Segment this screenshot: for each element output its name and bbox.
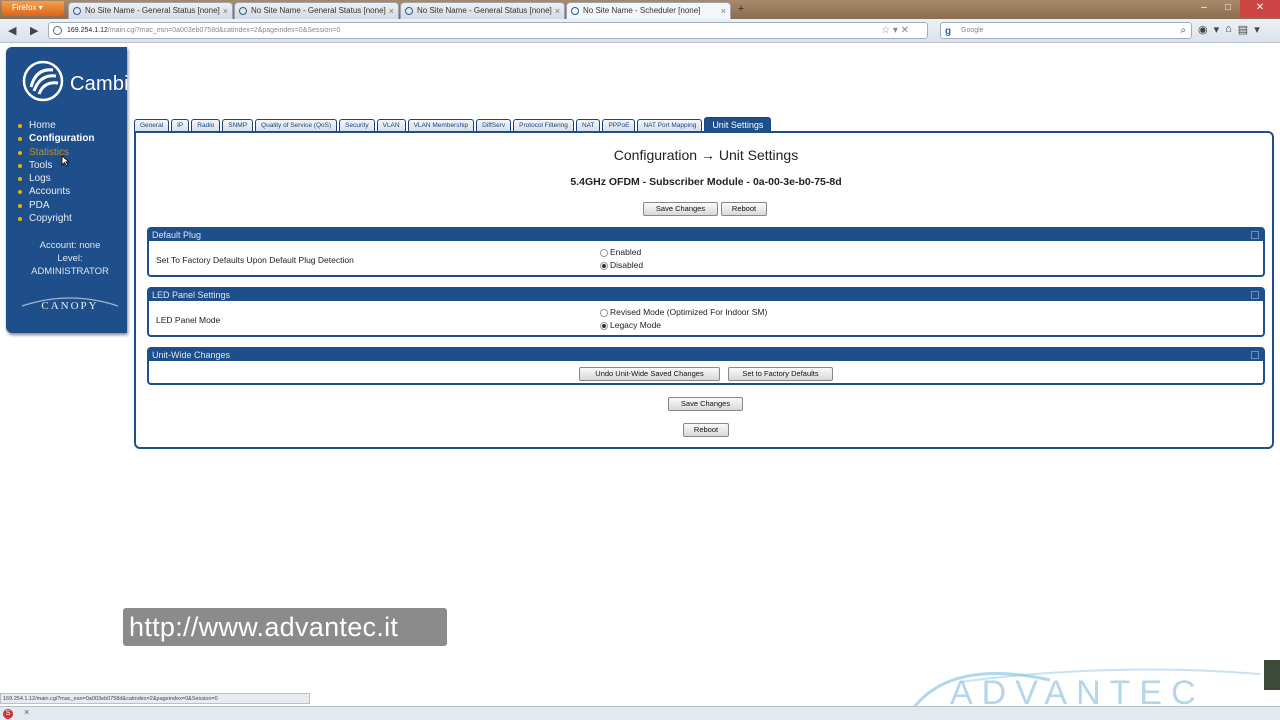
radio-legacy-mode[interactable]: Legacy Mode (600, 320, 661, 330)
reboot-button-top[interactable]: Reboot (721, 202, 767, 216)
window-controls: – □ ✕ (1192, 0, 1280, 17)
radio-disabled[interactable]: Disabled (600, 260, 643, 270)
field-label: Set To Factory Defaults Upon Default Plu… (156, 255, 354, 265)
sidebar-item-home[interactable]: Home (18, 119, 95, 132)
browser-tab[interactable]: No Site Name - General Status [none] × (400, 2, 565, 19)
reboot-button-bottom[interactable]: Reboot (683, 423, 729, 437)
firefox-menu-label: Firefox (12, 3, 37, 12)
firefox-menu-button[interactable]: Firefox ▾ (2, 1, 64, 16)
browser-tab-strip: Firefox ▾ No Site Name - General Status … (0, 0, 1280, 19)
mouse-pointer-icon (61, 155, 70, 167)
download-icon[interactable]: ▾ (1214, 23, 1220, 36)
collapse-icon[interactable] (1251, 351, 1259, 359)
section-title: Unit-Wide Changes (152, 350, 231, 360)
watermark-url: http://www.advantec.it (123, 608, 447, 646)
window-close-icon[interactable]: ✕ (1240, 0, 1280, 17)
content-panel: Configuration → Unit Settings 5.4GHz OFD… (134, 131, 1274, 449)
svg-text:CANOPY: CANOPY (41, 300, 98, 312)
toolbar-icons: ◉ ▾ ⌂ ▤ ▾ (1198, 23, 1260, 36)
corner-overlay (1264, 660, 1280, 690)
bookmarks-icon[interactable]: ▤ (1238, 23, 1248, 36)
search-placeholder: Google (961, 27, 984, 34)
radio-revised-mode[interactable]: Revised Mode (Optimized For Indoor SM) (600, 307, 767, 317)
home-icon[interactable]: ⌂ (1225, 23, 1232, 36)
browser-tab-title: No Site Name - General Status [none] (85, 6, 220, 15)
sidebar-item-configuration[interactable]: Configuration (18, 132, 95, 145)
device-subtitle: 5.4GHz OFDM - Subscriber Module - 0a-00-… (570, 176, 842, 188)
forward-arrow-icon[interactable]: ▶ (30, 24, 38, 37)
section-title: LED Panel Settings (152, 290, 231, 300)
section-header: Unit-Wide Changes (149, 349, 1263, 361)
globe-icon (405, 7, 413, 15)
set-factory-defaults-button[interactable]: Set to Factory Defaults (728, 367, 833, 381)
collapse-icon[interactable] (1251, 291, 1259, 299)
page-title: Configuration → Unit Settings (613, 147, 799, 163)
save-changes-button-bottom[interactable]: Save Changes (668, 397, 743, 411)
unit-wide-changes-section: Unit-Wide Changes Undo Unit-Wide Saved C… (147, 347, 1265, 385)
collapse-icon[interactable] (1251, 231, 1259, 239)
section-header: LED Panel Settings (149, 289, 1263, 301)
section-header: Default Plug (149, 229, 1263, 241)
search-field[interactable]: g Google ⌕ (940, 22, 1192, 39)
browser-tab-title: No Site Name - General Status [none] (251, 6, 386, 15)
addon-bar-close-icon[interactable]: × (24, 707, 29, 717)
addon-bar: S × (0, 706, 1280, 720)
level-line: Level: (57, 253, 83, 264)
globe-icon (571, 7, 579, 15)
save-changes-button-top[interactable]: Save Changes (643, 202, 718, 216)
close-icon[interactable]: × (555, 3, 560, 19)
sidebar-menu: Home Configuration Statistics Tools Logs… (18, 119, 95, 225)
sidebar-item-accounts[interactable]: Accounts (18, 185, 95, 198)
back-arrow-icon[interactable]: ◀ (8, 24, 16, 37)
undo-unit-wide-changes-button[interactable]: Undo Unit-Wide Saved Changes (579, 367, 720, 381)
site-identity-icon (53, 26, 62, 35)
status-bar: 169.254.1.12/main.cgi?mac_esn=0a003eb075… (0, 693, 310, 704)
sidebar-item-statistics[interactable]: Statistics (18, 146, 95, 159)
account-line: Account: none (39, 240, 101, 251)
globe-icon (73, 7, 81, 15)
search-icon[interactable]: ⌕ (1180, 23, 1186, 38)
google-icon: g (945, 26, 952, 37)
brand-name: Cambium Networks (70, 73, 248, 95)
url-host: 169.254.1.12 (67, 27, 108, 34)
account-info: Account: none Level: ADMINISTRATOR (18, 239, 122, 278)
level-value: ADMINISTRATOR (31, 266, 109, 277)
navigation-bar: ◀ ▶ 169.254.1.12/main.cgi?mac_esn=0a003e… (0, 19, 1280, 43)
globe-icon (239, 7, 247, 15)
bookmark-star-icon[interactable]: ☆ ▾ ✕ (881, 23, 909, 38)
menu-icon[interactable]: ▾ (1254, 23, 1260, 36)
cambium-logo-icon (22, 60, 64, 102)
default-plug-section: Default Plug Set To Factory Defaults Upo… (147, 227, 1265, 277)
close-icon[interactable]: × (223, 3, 228, 19)
sidebar-item-logs[interactable]: Logs (18, 172, 95, 185)
new-tab-button[interactable]: + (734, 3, 748, 17)
field-label: LED Panel Mode (156, 315, 221, 325)
browser-tab-title: No Site Name - General Status [none] (417, 6, 552, 15)
maximize-icon[interactable]: □ (1216, 0, 1240, 17)
sidebar-item-pda[interactable]: PDA (18, 199, 95, 212)
section-title: Default Plug (152, 230, 202, 240)
browser-tab-active[interactable]: No Site Name - Scheduler [none] × (566, 2, 731, 19)
sidebar-item-tools[interactable]: Tools (18, 159, 95, 172)
close-icon[interactable]: × (721, 3, 726, 19)
led-panel-section: LED Panel Settings LED Panel Mode Revise… (147, 287, 1265, 337)
minimize-icon[interactable]: – (1192, 0, 1216, 17)
canopy-logo: CANOPY (21, 297, 119, 312)
browser-tab[interactable]: No Site Name - General Status [none] × (68, 2, 233, 19)
browser-tab-title: No Site Name - Scheduler [none] (583, 6, 701, 15)
radio-enabled[interactable]: Enabled (600, 247, 641, 257)
address-bar[interactable]: 169.254.1.12/main.cgi?mac_esn=0a003eb075… (48, 22, 928, 39)
browser-tab[interactable]: No Site Name - General Status [none] × (234, 2, 399, 19)
sidebar-item-copyright[interactable]: Copyright (18, 212, 95, 225)
url-path: /main.cgi?mac_esn=0a003eb0758d&catindex=… (107, 27, 341, 34)
noscript-icon[interactable]: S (3, 709, 13, 719)
advantec-logo: ADVANTEC (910, 668, 1261, 712)
close-icon[interactable]: × (389, 3, 394, 19)
addon-icon[interactable]: ◉ (1198, 23, 1208, 36)
